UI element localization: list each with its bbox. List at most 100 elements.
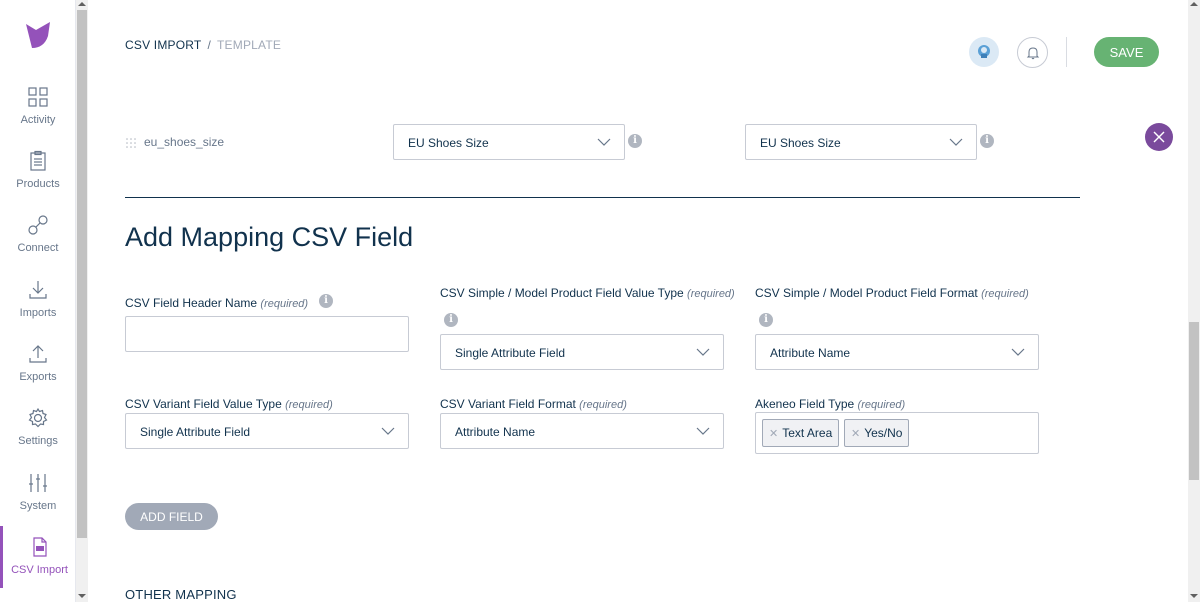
bell-icon bbox=[1026, 46, 1039, 59]
variant-value-type-label: CSV Variant Field Value Type (required) bbox=[125, 397, 333, 411]
chevron-down-icon bbox=[597, 138, 611, 146]
mapping-select-2[interactable]: EU Shoes Size bbox=[745, 124, 977, 160]
section-divider bbox=[125, 197, 1080, 198]
remove-chip-icon[interactable]: ✕ bbox=[769, 428, 778, 440]
gear-icon bbox=[28, 407, 48, 428]
akeneo-type-label: Akeneo Field Type (required) bbox=[755, 397, 905, 411]
label-text: CSV Field Header Name bbox=[125, 296, 258, 310]
header-divider bbox=[1066, 37, 1067, 67]
chip-label: Text Area bbox=[782, 426, 833, 440]
sidebar-item-label: Products bbox=[16, 178, 60, 190]
info-icon[interactable]: i bbox=[980, 134, 994, 148]
sidebar-item-label: System bbox=[19, 500, 57, 512]
sidebar-item-activity[interactable]: Activity bbox=[0, 86, 76, 150]
sidebar-item-label: Imports bbox=[19, 307, 57, 319]
sidebar: Activity Products Connect Imports Export… bbox=[0, 0, 76, 602]
select-value: Attribute Name bbox=[455, 425, 536, 439]
scroll-down-arrow-icon[interactable] bbox=[78, 594, 86, 598]
sidebar-item-connect[interactable]: Connect bbox=[0, 214, 76, 278]
sidebar-item-imports[interactable]: Imports bbox=[0, 279, 76, 343]
chevron-down-icon bbox=[949, 138, 963, 146]
sidebar-item-label: Connect bbox=[17, 242, 59, 254]
csv-file-icon bbox=[32, 537, 47, 557]
sliders-icon bbox=[29, 474, 47, 492]
sidebar-item-label: CSV Import bbox=[11, 564, 68, 576]
variant-format-label: CSV Variant Field Format (required) bbox=[440, 397, 627, 411]
chip-yes-no[interactable]: ✕ Yes/No bbox=[844, 419, 910, 447]
main-scrollbar[interactable] bbox=[1188, 0, 1200, 602]
remove-mapping-button[interactable] bbox=[1145, 123, 1173, 151]
chevron-down-icon bbox=[696, 427, 710, 435]
simple-format-select[interactable]: Attribute Name bbox=[755, 334, 1039, 370]
select-value: Single Attribute Field bbox=[140, 425, 251, 439]
chevron-down-icon bbox=[1011, 348, 1025, 356]
scroll-up-arrow-icon[interactable] bbox=[1190, 2, 1198, 6]
required-text: (required) bbox=[260, 298, 309, 310]
save-button[interactable]: SAVE bbox=[1094, 37, 1159, 67]
breadcrumb: CSV IMPORT / TEMPLATE bbox=[125, 38, 281, 52]
mapping-attribute-code: eu_shoes_size bbox=[144, 135, 225, 149]
required-text: (required) bbox=[285, 399, 333, 411]
mapping-select-1[interactable]: EU Shoes Size bbox=[393, 124, 625, 160]
avatar[interactable] bbox=[969, 37, 999, 67]
chevron-down-icon bbox=[696, 348, 710, 356]
scrollbar-thumb[interactable] bbox=[1189, 322, 1199, 480]
scroll-down-arrow-icon[interactable] bbox=[1190, 594, 1198, 598]
variant-format-select[interactable]: Attribute Name bbox=[440, 413, 724, 449]
breadcrumb-separator: / bbox=[207, 38, 212, 52]
info-icon[interactable]: i bbox=[319, 294, 333, 308]
select-value: Attribute Name bbox=[770, 346, 851, 360]
info-icon[interactable]: i bbox=[759, 313, 773, 327]
sidebar-item-products[interactable]: Products bbox=[0, 150, 76, 214]
download-icon bbox=[29, 281, 47, 299]
label-text: CSV Variant Field Format bbox=[440, 397, 576, 411]
akeneo-type-multiselect[interactable]: ✕ Text Area ✕ Yes/No bbox=[755, 412, 1039, 454]
required-text: (required) bbox=[579, 399, 627, 411]
user-avatar-icon bbox=[978, 45, 990, 58]
simple-value-type-select[interactable]: Single Attribute Field bbox=[440, 334, 724, 370]
upload-icon bbox=[29, 345, 47, 363]
label-text: CSV Simple / Model Product Field Value T… bbox=[440, 286, 684, 300]
info-icon[interactable]: i bbox=[628, 134, 642, 148]
akeneo-logo-icon[interactable] bbox=[22, 20, 54, 50]
label-text: Akeneo Field Type bbox=[755, 397, 855, 411]
required-text: (required) bbox=[857, 399, 906, 411]
breadcrumb-csv-import[interactable]: CSV IMPORT bbox=[125, 38, 201, 52]
sidebar-item-settings[interactable]: Settings bbox=[0, 407, 76, 471]
other-mapping-heading: OTHER MAPPING bbox=[125, 587, 237, 602]
select-value: Single Attribute Field bbox=[455, 346, 566, 360]
scrollbar-thumb[interactable] bbox=[77, 10, 87, 538]
select-value: EU Shoes Size bbox=[760, 136, 841, 150]
notifications-button[interactable] bbox=[1017, 37, 1048, 68]
variant-value-type-select[interactable]: Single Attribute Field bbox=[125, 413, 409, 449]
section-title: Add Mapping CSV Field bbox=[125, 222, 414, 252]
sidebar-scrollbar[interactable] bbox=[76, 0, 88, 602]
drag-handle-icon[interactable] bbox=[125, 137, 137, 149]
add-field-button[interactable]: ADD FIELD bbox=[125, 503, 218, 530]
chevron-down-icon bbox=[381, 427, 395, 435]
header-name-label: CSV Field Header Name (required) bbox=[125, 296, 308, 310]
header-name-input[interactable] bbox=[125, 316, 409, 352]
remove-chip-icon[interactable]: ✕ bbox=[851, 428, 860, 440]
sidebar-item-csv-import[interactable]: CSV Import bbox=[0, 526, 76, 588]
scroll-up-arrow-icon[interactable] bbox=[78, 2, 86, 6]
sidebar-item-label: Settings bbox=[18, 435, 58, 447]
label-text: CSV Simple / Model Product Field Format bbox=[755, 286, 978, 300]
connect-icon bbox=[28, 215, 48, 235]
label-text: CSV Variant Field Value Type bbox=[125, 397, 282, 411]
sidebar-item-label: Exports bbox=[19, 371, 57, 383]
simple-format-label: CSV Simple / Model Product Field Format … bbox=[755, 286, 1029, 300]
select-value: EU Shoes Size bbox=[408, 136, 489, 150]
simple-value-type-label: CSV Simple / Model Product Field Value T… bbox=[440, 286, 735, 300]
info-icon[interactable]: i bbox=[444, 313, 458, 327]
clipboard-icon bbox=[30, 150, 46, 171]
required-text: (required) bbox=[981, 288, 1029, 300]
chip-label: Yes/No bbox=[864, 426, 903, 440]
required-text: (required) bbox=[687, 288, 735, 300]
grid-icon bbox=[28, 87, 48, 107]
sidebar-item-exports[interactable]: Exports bbox=[0, 343, 76, 407]
breadcrumb-template: TEMPLATE bbox=[217, 38, 282, 52]
chip-text-area[interactable]: ✕ Text Area bbox=[762, 419, 840, 447]
sidebar-item-label: Activity bbox=[20, 114, 56, 126]
close-icon bbox=[1153, 131, 1165, 143]
